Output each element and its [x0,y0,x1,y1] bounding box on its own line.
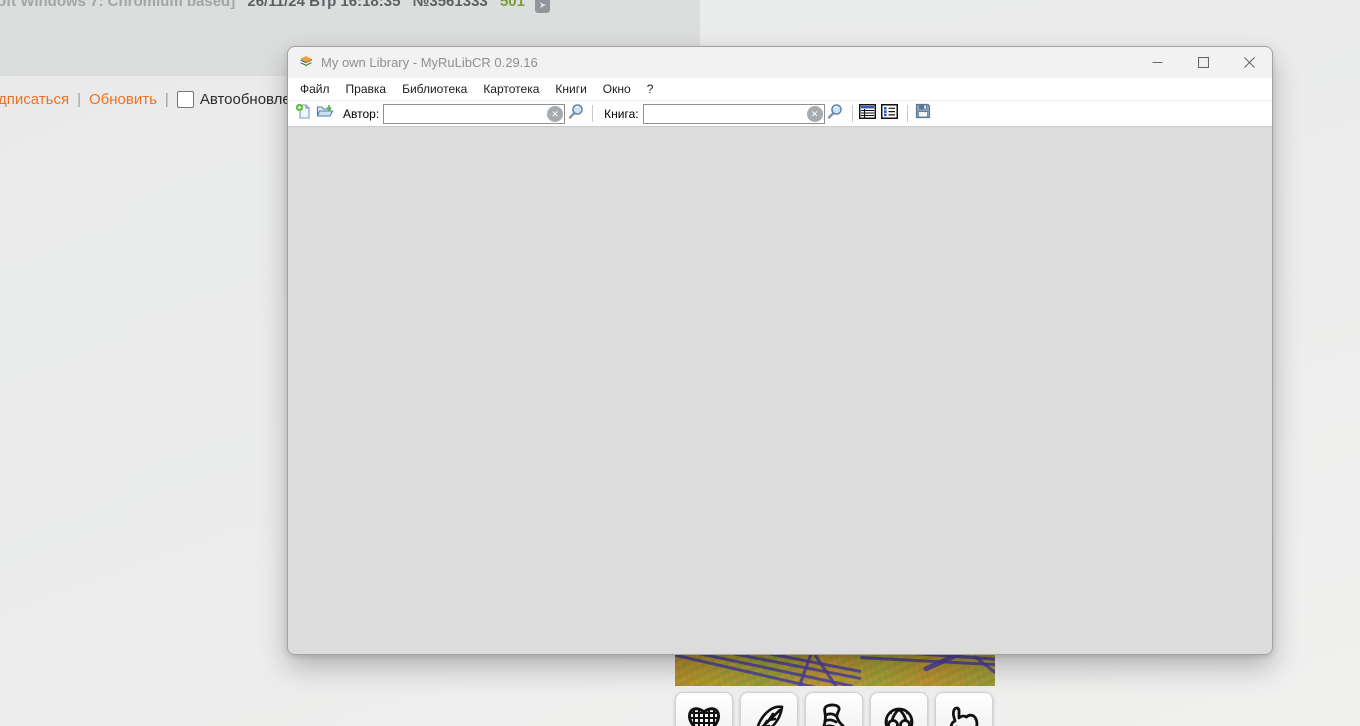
separator: | [77,91,81,108]
pretzel-icon [879,701,919,726]
save-floppy-icon [915,103,931,124]
post-datetime: 26/11/24 Втр 16:18:35 [247,0,401,10]
book-search-button[interactable] [825,103,845,125]
separator: | [164,91,169,108]
author-clear-icon[interactable]: ✕ [547,105,564,122]
menu-bar: Файл Правка Библиотека Картотека Книги О… [288,78,1272,101]
thread-controls-row: дписаться | Обновить | Автообновление [0,91,316,108]
window-titlebar[interactable]: My own Library - MyRuLibCR 0.29.16 [288,47,1272,78]
captcha-option-camel[interactable] [935,692,993,726]
toolbar-separator [592,105,594,122]
external-link-icon[interactable]: ➤ [535,0,551,13]
author-search-button[interactable] [565,103,585,125]
toolbar-separator [851,105,853,122]
search-icon [826,103,843,125]
captcha-option-feather[interactable] [740,692,798,726]
autoupdate-checkbox[interactable] [176,91,194,108]
menu-file[interactable]: Файл [292,82,338,96]
table-view-icon [859,103,877,124]
window-client-area [288,127,1272,654]
post-header-fragment: oft Windows 7: Chromium based] [0,0,236,10]
camel-icon [944,701,984,726]
window-title: My own Library - MyRuLibCR 0.29.16 [321,55,538,70]
boot-icon [814,701,854,726]
search-icon [567,103,584,125]
feather-icon [749,701,789,726]
post-reply-count[interactable]: 501 [500,0,525,10]
menu-books[interactable]: Книги [547,82,594,96]
menu-edit[interactable]: Правка [338,82,395,96]
menu-cardfile[interactable]: Картотека [475,82,547,96]
new-document-icon [295,103,312,125]
menu-library[interactable]: Библиотека [394,82,475,96]
refresh-link[interactable]: Обновить [89,91,157,108]
app-books-icon [298,55,314,71]
author-input-wrap: ✕ [383,103,566,124]
book-label: Книга: [604,106,639,121]
minimize-button[interactable] [1134,47,1180,78]
page-root: oft Windows 7: Chromium based] 26/11/24 … [0,0,1360,726]
menu-help[interactable]: ? [639,82,662,96]
captcha-buttons-row [675,692,993,726]
captcha-option-pretzel[interactable] [870,692,928,726]
subscribe-link[interactable]: дписаться [0,91,69,108]
author-input[interactable] [383,103,566,124]
save-button[interactable] [913,103,933,124]
forum-post-header: oft Windows 7: Chromium based] 26/11/24 … [0,0,551,13]
app-window: My own Library - MyRuLibCR 0.29.16 Файл … [287,46,1273,655]
maximize-button[interactable] [1180,47,1226,78]
menu-window[interactable]: Окно [595,82,639,96]
new-document-button[interactable] [293,103,313,125]
list-view-icon [881,103,899,124]
toolbar-separator [906,105,908,122]
open-folder-icon [316,103,334,125]
toolbar: Автор: ✕ Книга: ✕ [288,101,1272,127]
list-view-button[interactable] [880,103,900,124]
close-button[interactable] [1226,47,1272,78]
book-input[interactable] [642,103,825,124]
post-id[interactable]: №3561333 [413,0,488,10]
book-clear-icon[interactable]: ✕ [806,105,823,122]
author-label: Автор: [343,106,380,121]
captcha-option-boot[interactable] [805,692,863,726]
captcha-option-waffle-heart[interactable] [675,692,733,726]
waffle-heart-icon [684,701,724,726]
window-controls [1134,47,1272,78]
book-input-wrap: ✕ [642,103,825,124]
table-view-button[interactable] [858,103,878,124]
open-folder-button[interactable] [315,104,335,124]
